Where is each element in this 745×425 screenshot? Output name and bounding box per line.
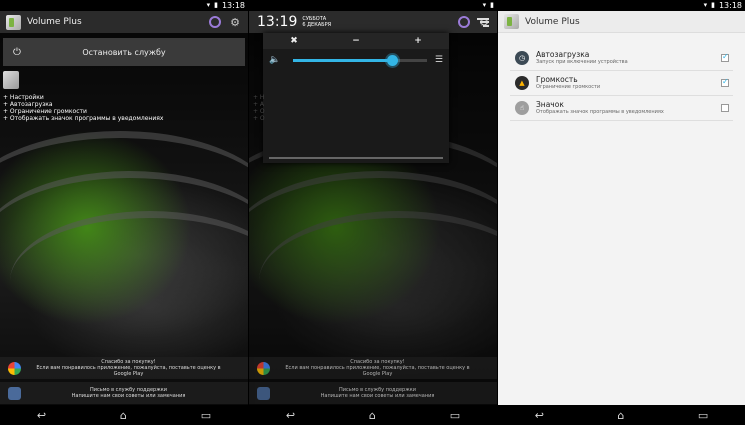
action-bar: Volume Plus ⚙ (0, 11, 248, 33)
status-bar: ▾ ▮ (249, 0, 497, 11)
volume-slider-knob[interactable] (387, 54, 399, 66)
setting-title: Значок (536, 100, 564, 109)
battery-icon: ▮ (214, 1, 218, 9)
setting-title: Громкость (536, 75, 578, 84)
back-icon[interactable]: ↩ (535, 409, 544, 422)
feature-item: + Автозагрузка (3, 101, 53, 108)
close-icon[interactable]: ✖ (290, 36, 298, 46)
app-title: Volume Plus (525, 16, 580, 27)
setting-autostart[interactable]: ◷ Автозагрузка Запуск при включении устр… (510, 46, 733, 71)
warning-icon: ▲ (515, 76, 529, 90)
feature-list: + Настройки + Автозагрузка + Ограничение… (3, 94, 163, 122)
battery-icon: ▮ (711, 1, 715, 9)
settings-list: ◷ Автозагрузка Запуск при включении устр… (510, 46, 733, 121)
feature-item: + Ограничение громкости (3, 108, 87, 115)
back-icon[interactable]: ↩ (37, 409, 46, 422)
clock-icon: ◷ (515, 51, 529, 65)
rate-card: Спасибо за покупку! Если вам понравилось… (249, 357, 497, 379)
screenshot-root: ▾ ▮ 13:18 Volume Plus ⚙ ⏻ Остановить слу… (0, 0, 745, 425)
rate-card[interactable]: Спасибо за покупку! Если вам понравилось… (0, 357, 248, 379)
power-icon: ⏻ (13, 46, 21, 58)
icon-checkbox[interactable] (721, 104, 729, 112)
support-line-2: Напишите нам свои советы или замечания (320, 393, 435, 399)
status-time: 13:18 (718, 1, 742, 10)
volume-checkbox[interactable] (721, 77, 729, 87)
volume-notification: ✖ − + 🔈 ☰ (263, 33, 449, 163)
gear-icon[interactable]: ⚙ (230, 16, 240, 29)
settings-screen: ▾ ▮ 13:18 Volume Plus ◷ Автозагрузка Зап… (498, 0, 745, 425)
action-bar: Volume Plus (498, 11, 745, 33)
mail-icon (8, 386, 21, 400)
battery-icon: ▮ (490, 1, 494, 9)
status-bar: ▾ ▮ 13:18 (498, 0, 745, 11)
feature-list-dimmed: + Н + А + О + О (253, 94, 265, 122)
setting-subtitle: Отображать значок программы в уведомлени… (536, 109, 664, 115)
volume-slider[interactable] (293, 54, 427, 66)
main-screen: ▾ ▮ 13:18 Volume Plus ⚙ ⏻ Остановить слу… (0, 0, 248, 425)
google-play-icon (257, 361, 270, 375)
nav-bar: ↩ ⌂ ▭ (0, 405, 248, 425)
app-title: Volume Plus (27, 17, 82, 27)
clear-notifications-icon[interactable] (477, 17, 489, 27)
notification-header: 13:19 СУББОТА 6 ДЕКАБРЯ (249, 11, 497, 33)
setting-subtitle: Ограничение громкости (536, 84, 601, 90)
notification-shade-screen: ▾ ▮ ⚙ 13:19 СУББОТА 6 ДЕКАБРЯ ✖ − + (249, 0, 497, 425)
google-play-icon (8, 361, 21, 375)
wifi-icon: ▾ (206, 1, 211, 9)
stop-service-button[interactable]: ⏻ Остановить службу (3, 38, 245, 66)
feature-item: + Отображать значок программы в уведомле… (3, 115, 164, 122)
wallpaper (0, 11, 248, 405)
ring-icon[interactable] (209, 16, 222, 28)
support-line-2: Напишите нам свои советы или замечания (71, 393, 186, 399)
shade-time: 13:19 (257, 14, 298, 30)
plus-icon[interactable]: + (414, 36, 422, 46)
nav-bar: ↩ ⌂ ▭ (249, 405, 497, 425)
rate-line-2: Если вам понравилось приложение, пожалуй… (285, 365, 470, 377)
setting-icon[interactable]: ☝ Значок Отображать значок программы в у… (510, 96, 733, 121)
volume-slider-fill (293, 58, 393, 62)
speaker-icon: 🔈 (269, 55, 281, 65)
equalizer-icon[interactable]: ☰ (435, 55, 443, 65)
touch-icon: ☝ (515, 101, 529, 115)
autostart-checkbox[interactable] (721, 52, 729, 62)
nav-bar: ↩ ⌂ ▭ (498, 405, 745, 425)
rate-line-2: Если вам понравилось приложение, пожалуй… (36, 365, 221, 377)
mail-icon (257, 386, 270, 400)
support-card[interactable]: Письмо в службу поддержки Напишите нам с… (0, 382, 248, 404)
support-card: Письмо в службу поддержки Напишите нам с… (249, 382, 497, 404)
status-bar: ▾ ▮ 13:18 (0, 0, 248, 11)
stop-service-label: Остановить службу (82, 47, 166, 57)
shade-date: 6 ДЕКАБРЯ (302, 22, 332, 28)
recents-icon[interactable]: ▭ (698, 409, 708, 422)
wifi-icon: ▾ (703, 1, 708, 9)
setting-title: Автозагрузка (536, 50, 590, 59)
app-box-icon (3, 71, 19, 89)
minus-icon[interactable]: − (352, 36, 360, 46)
home-icon[interactable]: ⌂ (617, 409, 624, 422)
recents-icon[interactable]: ▭ (450, 409, 460, 422)
recents-icon[interactable]: ▭ (201, 409, 211, 422)
home-icon[interactable]: ⌂ (120, 409, 127, 422)
back-icon[interactable]: ↩ (286, 409, 295, 422)
app-logo-icon (6, 14, 21, 30)
setting-volume[interactable]: ▲ Громкость Ограничение громкости (510, 71, 733, 96)
home-icon[interactable]: ⌂ (369, 409, 376, 422)
wifi-icon: ▾ (482, 1, 487, 9)
shade-drag-handle[interactable] (269, 157, 443, 159)
feature-item: + Настройки (3, 94, 44, 101)
setting-subtitle: Запуск при включении устройства (536, 59, 628, 65)
app-logo-icon[interactable] (504, 14, 519, 29)
status-time: 13:18 (221, 1, 245, 10)
